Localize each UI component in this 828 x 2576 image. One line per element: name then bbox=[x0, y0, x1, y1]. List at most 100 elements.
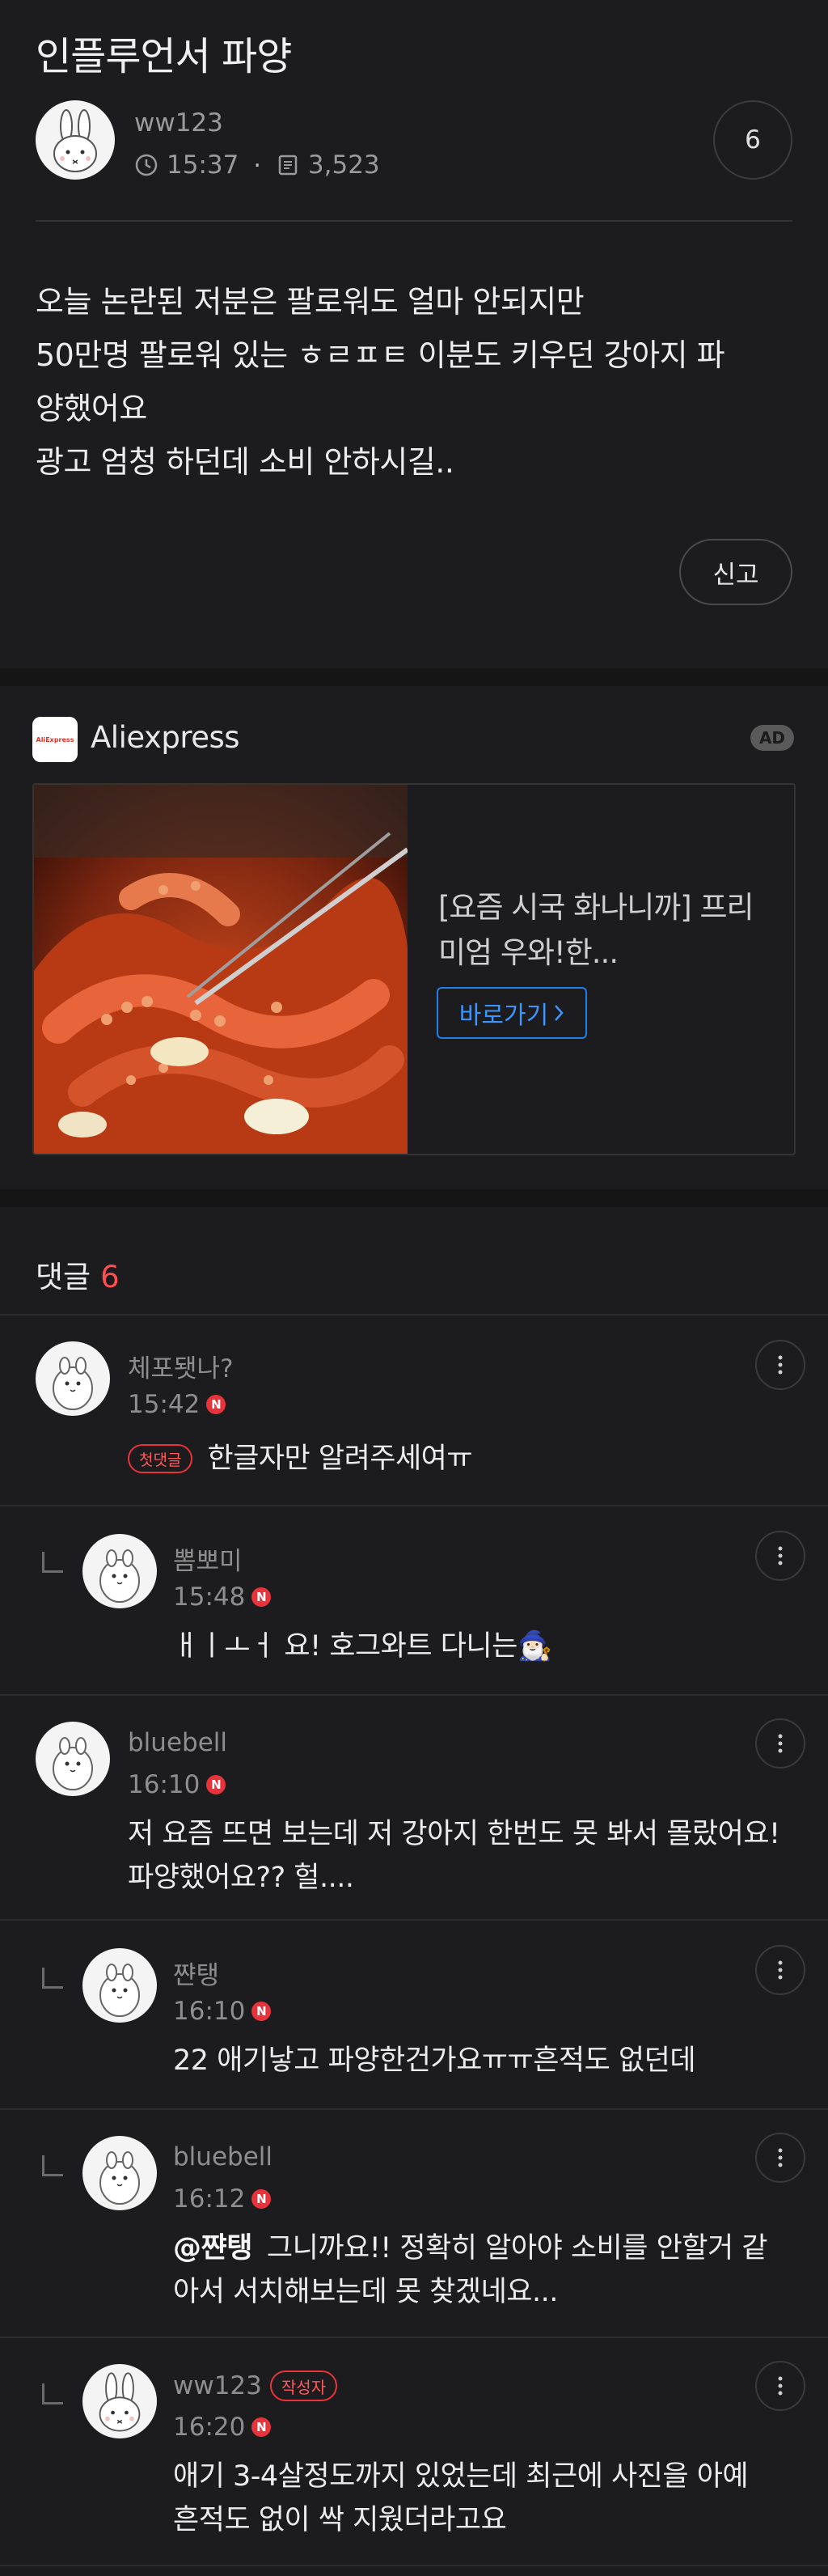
author-name[interactable]: ww123 bbox=[134, 108, 223, 138]
ad-card[interactable]: [요즘 시국 화나니까] 프리미엄 우와!한... 바로가기 bbox=[32, 783, 796, 1155]
commenter-name[interactable]: ww123 bbox=[173, 2371, 262, 2400]
comment-time-text: 15:42 bbox=[128, 1390, 201, 1419]
post-time: 15:37 bbox=[167, 150, 239, 180]
comment-text: 22 애기낳고 파양한건가요ㅠㅠ흔적도 없던데 bbox=[173, 2044, 696, 2077]
comment-text-line: @쨘탱 그니까요!! 정확히 알아야 소비를 안할거 같 bbox=[173, 2226, 768, 2270]
character-avatar-icon bbox=[53, 1357, 93, 1410]
commenter-name[interactable]: 체포됏나? bbox=[128, 1348, 234, 1384]
rabbit-avatar-icon bbox=[99, 2372, 141, 2432]
reply-indicator-icon bbox=[42, 1968, 63, 1989]
ad-image[interactable] bbox=[34, 785, 409, 1154]
comment-time: 16:12 N bbox=[173, 2184, 272, 2214]
divider bbox=[0, 2108, 828, 2110]
divider bbox=[0, 2337, 828, 2338]
post-body-line: 양했어요 bbox=[36, 391, 147, 426]
commenter-avatar[interactable] bbox=[36, 1722, 110, 1796]
character-avatar-icon bbox=[99, 1549, 140, 1603]
more-vertical-icon bbox=[778, 1355, 783, 1375]
comment-time: 16:10 N bbox=[128, 1770, 226, 1799]
divider bbox=[0, 1694, 828, 1696]
reply-indicator-icon bbox=[42, 2155, 63, 2176]
commenter-avatar[interactable] bbox=[36, 1341, 110, 1416]
comment-text-line: 흔적도 없이 싹 지웠더라고요 bbox=[173, 2504, 507, 2536]
post-body-line: 오늘 논란된 저분은 팔로워도 얼마 안되지만 bbox=[36, 284, 585, 320]
comment-text: ㅐㅣㅗㅓ 요! 호그와트 다니는🧙🏻‍♂️ bbox=[173, 1630, 552, 1663]
post-body-line: 50만명 팔로워 있는 ㅎㄹㅍㅌ 이분도 키우던 강아지 파 bbox=[36, 337, 725, 373]
commenter-name[interactable]: 쨘탱 bbox=[173, 1955, 219, 1991]
comment-time-text: 16:10 bbox=[173, 1997, 246, 2026]
section-gap bbox=[0, 668, 828, 686]
commenter-name[interactable]: bluebell bbox=[128, 1728, 227, 1757]
comment-time: 15:48 N bbox=[173, 1582, 272, 1612]
rabbit-avatar-icon bbox=[53, 109, 97, 172]
ad-brand[interactable]: Aliexpress bbox=[91, 720, 240, 755]
ad-cta-button[interactable]: 바로가기 bbox=[437, 987, 587, 1039]
new-badge: N bbox=[251, 2002, 272, 2021]
post-body: 오늘 논란된 저분은 팔로워도 얼마 안되지만 50만명 팔로워 있는 ㅎㄹㅍㅌ… bbox=[36, 275, 792, 489]
post-meta: 15:37 . 3,523 bbox=[134, 145, 380, 180]
commenter-avatar[interactable] bbox=[82, 2136, 157, 2210]
reply-indicator-icon bbox=[42, 1552, 63, 1573]
new-badge: N bbox=[206, 1775, 226, 1794]
comment-content: @쨘탱 그니까요!! 정확히 알아야 소비를 안할거 같 아서 서치해보는데 못 … bbox=[173, 2226, 768, 2314]
comment-content: 첫댓글 한글자만 알려주세여ㅠ bbox=[128, 1437, 473, 1481]
more-options-button[interactable] bbox=[755, 2133, 805, 2183]
comment-text: 한글자만 알려주세여ㅠ bbox=[207, 1443, 473, 1475]
author-tag: 작성자 bbox=[269, 2371, 338, 2401]
comment-text-line: 애기 3-4살정도까지 있었는데 최근에 사진을 아예 bbox=[173, 2460, 749, 2493]
commenter-name-row: ww123 작성자 bbox=[173, 2371, 338, 2401]
comment-text-line: 파양했어요?? 헐.... bbox=[128, 1862, 354, 1894]
more-vertical-icon bbox=[778, 1734, 783, 1753]
commenter-avatar[interactable] bbox=[82, 1534, 157, 1608]
clock-icon bbox=[134, 153, 158, 177]
new-badge: N bbox=[251, 2189, 272, 2209]
report-button[interactable]: 신고 bbox=[679, 539, 792, 605]
more-options-button[interactable] bbox=[755, 1531, 805, 1581]
ad-badge: AD bbox=[750, 725, 794, 751]
section-gap bbox=[0, 1189, 828, 1207]
new-badge: N bbox=[251, 1587, 272, 1607]
mention-link[interactable]: @쨘탱 bbox=[173, 2232, 252, 2265]
post-views: 3,523 bbox=[307, 150, 380, 180]
octopus-dish-image bbox=[34, 785, 409, 1154]
chevron-right-icon bbox=[553, 1003, 564, 1023]
commenter-name[interactable]: 뽐뽀미 bbox=[173, 1540, 243, 1577]
post-title: 인플루언서 파양 bbox=[36, 34, 292, 79]
comment-time-text: 16:20 bbox=[173, 2413, 246, 2442]
ad-logo-text: AliExpress bbox=[36, 735, 74, 744]
more-vertical-icon bbox=[778, 2376, 783, 2396]
more-options-button[interactable] bbox=[755, 1718, 805, 1769]
more-options-button[interactable] bbox=[755, 1340, 805, 1390]
comments-heading: 댓글 6 bbox=[36, 1252, 120, 1296]
ad-text[interactable]: [요즘 시국 화나니까] 프리미엄 우와!한... bbox=[438, 885, 778, 976]
divider bbox=[0, 1505, 828, 1506]
commenter-avatar[interactable] bbox=[82, 2364, 157, 2438]
comment-time: 15:42 N bbox=[128, 1390, 226, 1419]
comment-text: 그니까요!! 정확히 알아야 소비를 안할거 같 bbox=[266, 2232, 768, 2265]
comment-content: 저 요즘 뜨면 보는데 저 강아지 한번도 못 봐서 몰랐어요! 파양했어요??… bbox=[128, 1812, 780, 1900]
reply-indicator-icon bbox=[42, 2383, 63, 2404]
comment-time-text: 16:12 bbox=[173, 2184, 246, 2214]
author-avatar[interactable] bbox=[36, 100, 115, 180]
comment-text-line: 아서 서치해보는데 못 찾겠네요... bbox=[173, 2276, 558, 2308]
commenter-name[interactable]: bluebell bbox=[173, 2142, 272, 2171]
more-options-button[interactable] bbox=[755, 1945, 805, 1995]
character-avatar-icon bbox=[53, 1737, 93, 1790]
comment-time-text: 16:10 bbox=[128, 1770, 201, 1799]
aliexpress-logo-icon[interactable]: AliExpress bbox=[32, 717, 78, 762]
ad-cta-label: 바로가기 bbox=[458, 1002, 549, 1030]
more-vertical-icon bbox=[778, 2148, 783, 2167]
more-vertical-icon bbox=[778, 1546, 783, 1566]
divider bbox=[0, 1919, 828, 1921]
character-avatar-icon bbox=[99, 1964, 140, 2017]
comment-count-button[interactable]: 6 bbox=[713, 100, 792, 180]
character-avatar-icon bbox=[99, 2151, 140, 2205]
commenter-avatar[interactable] bbox=[82, 1948, 157, 2023]
comment-time: 16:10 N bbox=[173, 1997, 272, 2026]
meta-separator: . bbox=[253, 144, 261, 173]
comment-time-text: 15:48 bbox=[173, 1582, 246, 1612]
more-options-button[interactable] bbox=[755, 2361, 805, 2411]
more-vertical-icon bbox=[778, 1960, 783, 1980]
divider bbox=[0, 2565, 828, 2566]
comments-heading-label: 댓글 bbox=[36, 1260, 91, 1294]
